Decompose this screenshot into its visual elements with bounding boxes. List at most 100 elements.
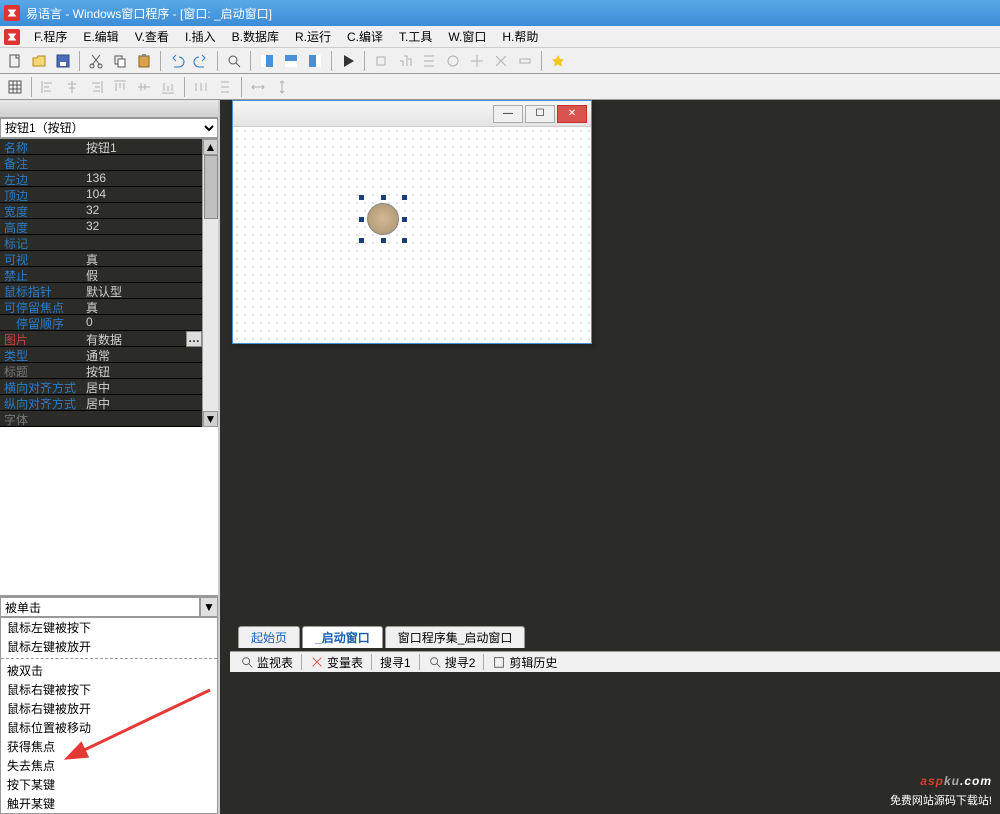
bt-vars[interactable]: 变量表 bbox=[304, 652, 369, 673]
event-item[interactable]: 获得焦点 bbox=[1, 737, 217, 756]
property-more-button[interactable]: … bbox=[186, 331, 202, 347]
layout2-icon[interactable] bbox=[280, 50, 302, 72]
align-top-icon[interactable] bbox=[109, 76, 131, 98]
design-form[interactable]: — ☐ ✕ bbox=[232, 100, 592, 344]
property-value[interactable]: 假 bbox=[84, 267, 202, 282]
property-value[interactable]: 136 bbox=[84, 171, 202, 186]
tool-icon[interactable] bbox=[547, 50, 569, 72]
property-value[interactable]: 默认型 bbox=[84, 283, 202, 298]
property-value[interactable]: 32 bbox=[84, 219, 202, 234]
menu-program[interactable]: F.程序 bbox=[26, 26, 75, 47]
property-row[interactable]: 停留顺序0 bbox=[0, 315, 202, 331]
property-row[interactable]: 类型通常 bbox=[0, 347, 202, 363]
event-list[interactable]: 鼠标左键被按下鼠标左键被放开被双击鼠标右键被按下鼠标右键被放开鼠标位置被移动获得… bbox=[0, 617, 218, 814]
event-item[interactable]: 鼠标左键被放开 bbox=[1, 637, 217, 656]
align-middle-icon[interactable] bbox=[133, 76, 155, 98]
property-value[interactable] bbox=[84, 411, 202, 426]
menu-view[interactable]: V.查看 bbox=[127, 26, 177, 47]
align-left-icon[interactable] bbox=[37, 76, 59, 98]
menu-window[interactable]: W.窗口 bbox=[440, 26, 494, 47]
form-body[interactable] bbox=[233, 127, 591, 343]
debug4-icon[interactable] bbox=[442, 50, 464, 72]
property-row[interactable]: 左边136 bbox=[0, 171, 202, 187]
undo-icon[interactable] bbox=[166, 50, 188, 72]
debug6-icon[interactable] bbox=[490, 50, 512, 72]
object-select[interactable]: 按钮1（按钮） bbox=[0, 118, 218, 138]
property-row[interactable]: 字体 bbox=[0, 411, 202, 427]
property-value[interactable]: 104 bbox=[84, 187, 202, 202]
property-row[interactable]: 标记 bbox=[0, 235, 202, 251]
property-row[interactable]: 宽度32 bbox=[0, 203, 202, 219]
align-right-icon[interactable] bbox=[85, 76, 107, 98]
property-row[interactable]: 高度32 bbox=[0, 219, 202, 235]
event-item[interactable]: 鼠标右键被放开 bbox=[1, 699, 217, 718]
resize-handle[interactable] bbox=[380, 237, 387, 244]
run-icon[interactable] bbox=[337, 50, 359, 72]
close-button[interactable]: ✕ bbox=[557, 105, 587, 123]
layout1-icon[interactable] bbox=[256, 50, 278, 72]
property-value[interactable]: 居中 bbox=[84, 395, 202, 410]
property-row[interactable]: 纵向对齐方式居中 bbox=[0, 395, 202, 411]
resize-handle[interactable] bbox=[358, 216, 365, 223]
debug5-icon[interactable] bbox=[466, 50, 488, 72]
copy-icon[interactable] bbox=[109, 50, 131, 72]
size-h-icon[interactable] bbox=[271, 76, 293, 98]
property-row[interactable]: 顶边104 bbox=[0, 187, 202, 203]
selected-control[interactable] bbox=[365, 201, 401, 237]
property-row[interactable]: 备注 bbox=[0, 155, 202, 171]
scroll-thumb[interactable] bbox=[204, 155, 218, 219]
event-dropdown-icon[interactable]: ▼ bbox=[200, 597, 218, 617]
debug2-icon[interactable] bbox=[394, 50, 416, 72]
event-item[interactable]: 鼠标位置被移动 bbox=[1, 718, 217, 737]
maximize-button[interactable]: ☐ bbox=[525, 105, 555, 123]
property-value[interactable]: 32 bbox=[84, 203, 202, 218]
menu-insert[interactable]: I.插入 bbox=[177, 26, 224, 47]
property-value[interactable]: 按钮1 bbox=[84, 139, 202, 154]
property-row[interactable]: 可视真 bbox=[0, 251, 202, 267]
paste-icon[interactable] bbox=[133, 50, 155, 72]
layout3-icon[interactable] bbox=[304, 50, 326, 72]
property-row[interactable]: 标题按钮 bbox=[0, 363, 202, 379]
scroll-up-icon[interactable]: ▲ bbox=[203, 139, 218, 155]
menu-edit[interactable]: E.编辑 bbox=[75, 26, 126, 47]
menu-help[interactable]: H.帮助 bbox=[494, 26, 546, 47]
bt-clipboard[interactable]: 剪辑历史 bbox=[486, 652, 563, 673]
property-value[interactable]: 真 bbox=[84, 299, 202, 314]
align-center-icon[interactable] bbox=[61, 76, 83, 98]
bt-watch[interactable]: 监视表 bbox=[234, 652, 299, 673]
event-item[interactable]: 触开某键 bbox=[1, 794, 217, 813]
new-icon[interactable] bbox=[4, 50, 26, 72]
debug3-icon[interactable] bbox=[418, 50, 440, 72]
scrollbar[interactable]: ▲ ▼ bbox=[202, 139, 218, 427]
resize-handle[interactable] bbox=[401, 237, 408, 244]
event-current[interactable] bbox=[0, 597, 200, 617]
menu-compile[interactable]: C.编译 bbox=[339, 26, 391, 47]
tab-window-module[interactable]: 窗口程序集_启动窗口 bbox=[385, 626, 526, 648]
resize-handle[interactable] bbox=[401, 216, 408, 223]
property-value[interactable]: 有数据… bbox=[84, 331, 202, 346]
debug1-icon[interactable] bbox=[370, 50, 392, 72]
property-value[interactable]: 按钮 bbox=[84, 363, 202, 378]
property-row[interactable]: 名称按钮1 bbox=[0, 139, 202, 155]
property-grid[interactable]: 名称按钮1备注左边136顶边104宽度32高度32标记可视真禁止假鼠标指针默认型… bbox=[0, 139, 202, 427]
grid-icon[interactable] bbox=[4, 76, 26, 98]
event-item[interactable]: 鼠标左键被按下 bbox=[1, 618, 217, 637]
property-value[interactable] bbox=[84, 155, 202, 170]
menu-database[interactable]: B.数据库 bbox=[224, 26, 287, 47]
align-bottom-icon[interactable] bbox=[157, 76, 179, 98]
bt-search2[interactable]: 搜寻2 bbox=[422, 652, 482, 673]
property-value[interactable]: 居中 bbox=[84, 379, 202, 394]
find-icon[interactable] bbox=[223, 50, 245, 72]
resize-handle[interactable] bbox=[358, 237, 365, 244]
menu-run[interactable]: R.运行 bbox=[287, 26, 339, 47]
resize-handle[interactable] bbox=[401, 194, 408, 201]
resize-handle[interactable] bbox=[358, 194, 365, 201]
property-row[interactable]: 鼠标指针默认型 bbox=[0, 283, 202, 299]
dist-v-icon[interactable] bbox=[214, 76, 236, 98]
bt-search1[interactable]: 搜寻1 bbox=[374, 652, 417, 673]
dist-h-icon[interactable] bbox=[190, 76, 212, 98]
property-row[interactable]: 图片有数据… bbox=[0, 331, 202, 347]
save-icon[interactable] bbox=[52, 50, 74, 72]
property-value[interactable]: 真 bbox=[84, 251, 202, 266]
property-row[interactable]: 横向对齐方式居中 bbox=[0, 379, 202, 395]
